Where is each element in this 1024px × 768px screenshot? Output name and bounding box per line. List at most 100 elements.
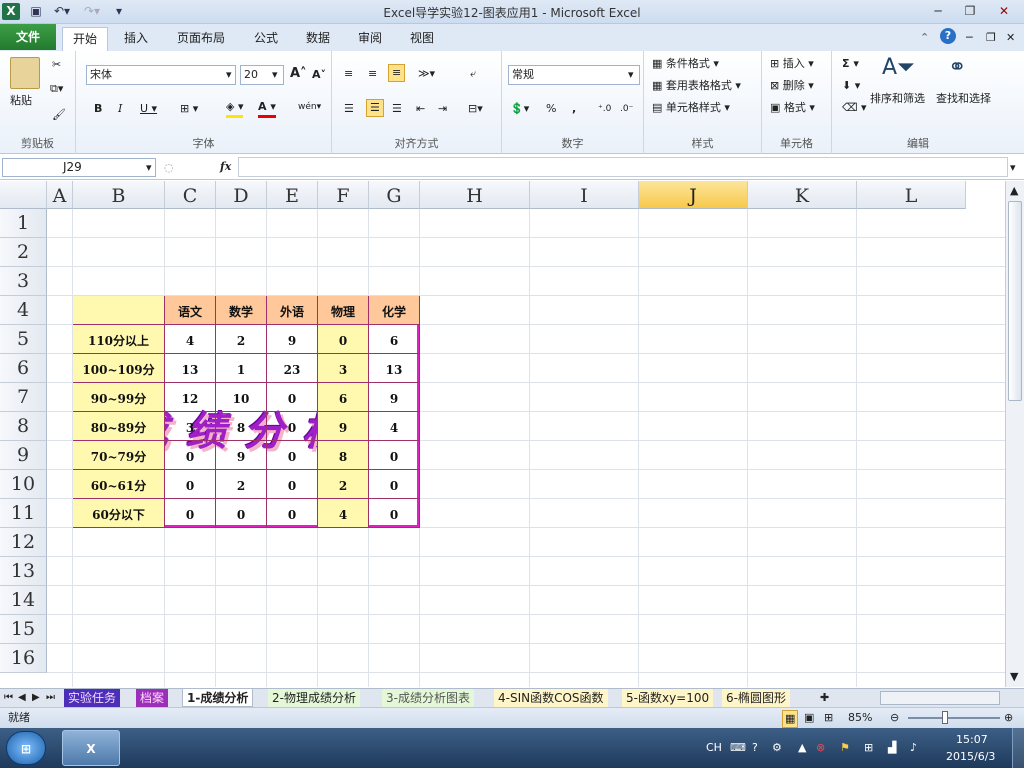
table-header-cell[interactable]: 化学 xyxy=(369,296,420,325)
table-value-cell[interactable]: 4 xyxy=(369,412,420,441)
wb-close-icon[interactable]: ✕ xyxy=(1006,30,1015,46)
zoom-slider-thumb[interactable] xyxy=(942,711,948,724)
table-row-label[interactable]: 60~61分 xyxy=(73,470,165,499)
row-header-2[interactable]: 2 xyxy=(0,238,47,267)
sheet-tab-active[interactable]: 1-成绩分析 xyxy=(182,689,254,707)
clock-time[interactable]: 15:07 xyxy=(956,732,988,748)
cancel-formula-icon[interactable]: ◌ xyxy=(164,160,174,176)
horizontal-scrollbar[interactable] xyxy=(880,691,1000,705)
bold-icon[interactable]: B xyxy=(94,101,102,117)
close-icon[interactable]: ✕ xyxy=(990,2,1018,20)
conditional-format-button[interactable]: ▦ 条件格式 ▾ xyxy=(652,56,719,72)
column-header-c[interactable]: C xyxy=(165,181,216,209)
column-header-d[interactable]: D xyxy=(216,181,267,209)
expand-formula-icon[interactable]: ▾ xyxy=(1010,160,1016,176)
column-header-h[interactable]: H xyxy=(420,181,530,209)
table-row-label[interactable]: 80~89分 xyxy=(73,412,165,441)
table-value-cell[interactable]: 1 xyxy=(216,354,267,383)
ribbon-collapse-icon[interactable]: ⌃ xyxy=(920,30,929,46)
fill-icon[interactable]: ⬇ ▾ xyxy=(842,78,860,94)
table-value-cell[interactable]: 4 xyxy=(318,499,369,528)
clear-icon[interactable]: ⌫ ▾ xyxy=(842,100,867,116)
show-hidden-icons[interactable]: ▲ xyxy=(798,740,806,756)
decrease-indent-icon[interactable]: ⇤ xyxy=(416,101,425,117)
action-center-icon[interactable]: ⚑ xyxy=(840,740,850,756)
row-header-14[interactable]: 14 xyxy=(0,586,47,615)
table-row-label[interactable]: 110分以上 xyxy=(73,325,165,354)
wb-restore-icon[interactable]: ❐ xyxy=(986,30,996,46)
tab-formulas[interactable]: 公式 xyxy=(244,27,288,51)
row-header-10[interactable]: 10 xyxy=(0,470,47,499)
row-header-6[interactable]: 6 xyxy=(0,354,47,383)
volume-icon[interactable]: ♪ xyxy=(910,740,917,756)
table-value-cell[interactable]: 0 xyxy=(165,441,216,470)
table-value-cell[interactable]: 8 xyxy=(318,441,369,470)
scroll-down-icon[interactable]: ▼ xyxy=(1010,669,1018,685)
grow-font-icon[interactable]: A˄ xyxy=(290,66,307,82)
sort-filter-button[interactable]: 排序和筛选 xyxy=(870,91,925,107)
start-button[interactable]: ⊞ xyxy=(6,731,46,765)
table-header-cell[interactable]: 外语 xyxy=(267,296,318,325)
insert-sheet-icon[interactable]: ✚ xyxy=(820,690,829,706)
increase-decimal-icon[interactable]: ⁺.0 xyxy=(598,101,611,117)
table-value-cell[interactable]: 0 xyxy=(369,470,420,499)
table-value-cell[interactable]: 10 xyxy=(216,383,267,412)
table-value-cell[interactable]: 9 xyxy=(267,325,318,354)
column-header-b[interactable]: B xyxy=(73,181,165,209)
row-header-8[interactable]: 8 xyxy=(0,412,47,441)
decrease-decimal-icon[interactable]: .0⁻ xyxy=(620,101,633,117)
row-header-3[interactable]: 3 xyxy=(0,267,47,296)
table-value-cell[interactable]: 2 xyxy=(216,470,267,499)
insert-function-icon[interactable]: fx xyxy=(220,159,231,175)
format-as-table-button[interactable]: ▦ 套用表格格式 ▾ xyxy=(652,78,741,94)
table-value-cell[interactable]: 0 xyxy=(318,325,369,354)
scroll-up-icon[interactable]: ▲ xyxy=(1010,183,1018,199)
tray-options-icon[interactable]: ⚙ xyxy=(772,740,782,756)
help-tray-icon[interactable]: ? xyxy=(752,740,758,756)
align-bottom-icon[interactable]: ≡ xyxy=(388,64,406,82)
row-header-9[interactable]: 9 xyxy=(0,441,47,470)
table-value-cell[interactable]: 2 xyxy=(318,470,369,499)
column-header-e[interactable]: E xyxy=(267,181,318,209)
table-value-cell[interactable]: 0 xyxy=(267,470,318,499)
column-header-f[interactable]: F xyxy=(318,181,369,209)
sheet-tab[interactable]: 实验任务 xyxy=(64,689,121,707)
cut-icon[interactable]: ✂ xyxy=(52,57,61,73)
align-middle-icon[interactable]: ≡ xyxy=(368,66,377,82)
row-header-5[interactable]: 5 xyxy=(0,325,47,354)
tab-home[interactable]: 开始 xyxy=(62,27,108,51)
wb-minimize-icon[interactable]: ─ xyxy=(966,30,973,46)
tab-view[interactable]: 视图 xyxy=(400,27,444,51)
tab-insert[interactable]: 插入 xyxy=(114,27,158,51)
column-header-a[interactable]: A xyxy=(47,181,73,209)
tab-file[interactable]: 文件 xyxy=(0,24,56,50)
chevron-down-icon[interactable]: ▾ xyxy=(146,160,152,176)
column-header-l[interactable]: L xyxy=(857,181,966,209)
table-value-cell[interactable]: 6 xyxy=(318,383,369,412)
merge-center-icon[interactable]: ⊟▾ xyxy=(468,101,483,117)
border-icon[interactable]: ⊞ ▾ xyxy=(180,101,198,117)
fill-color-icon[interactable]: ◈ ▾ xyxy=(226,99,244,118)
format-painter-icon[interactable]: 🖌 xyxy=(52,107,66,123)
column-header-k[interactable]: K xyxy=(748,181,857,209)
tab-page-layout[interactable]: 页面布局 xyxy=(168,27,234,51)
increase-indent-icon[interactable]: ⇥ xyxy=(438,101,447,117)
table-value-cell[interactable]: 6 xyxy=(369,325,420,354)
page-break-view-icon[interactable]: ⊞ xyxy=(824,710,833,726)
table-value-cell[interactable]: 9 xyxy=(318,412,369,441)
table-row-label[interactable]: 70~79分 xyxy=(73,441,165,470)
percent-button[interactable]: % xyxy=(546,101,556,117)
chevron-down-icon[interactable]: ▾ xyxy=(226,67,232,83)
row-header-16[interactable]: 16 xyxy=(0,644,47,673)
sheet-tab[interactable]: 6-椭圆图形 xyxy=(722,689,790,707)
row-header-4[interactable]: 4 xyxy=(0,296,47,325)
table-value-cell[interactable]: 0 xyxy=(216,499,267,528)
table-value-cell[interactable]: 3 xyxy=(318,354,369,383)
table-value-cell[interactable]: 0 xyxy=(369,499,420,528)
chevron-down-icon[interactable]: ▾ xyxy=(628,67,634,83)
zoom-slider[interactable] xyxy=(908,717,1000,719)
table-value-cell[interactable]: 3 xyxy=(165,412,216,441)
wrap-text-icon[interactable]: ⤶ xyxy=(470,66,476,82)
table-row-label[interactable]: 60分以下 xyxy=(73,499,165,528)
network-icon[interactable]: ▟ xyxy=(888,740,896,756)
